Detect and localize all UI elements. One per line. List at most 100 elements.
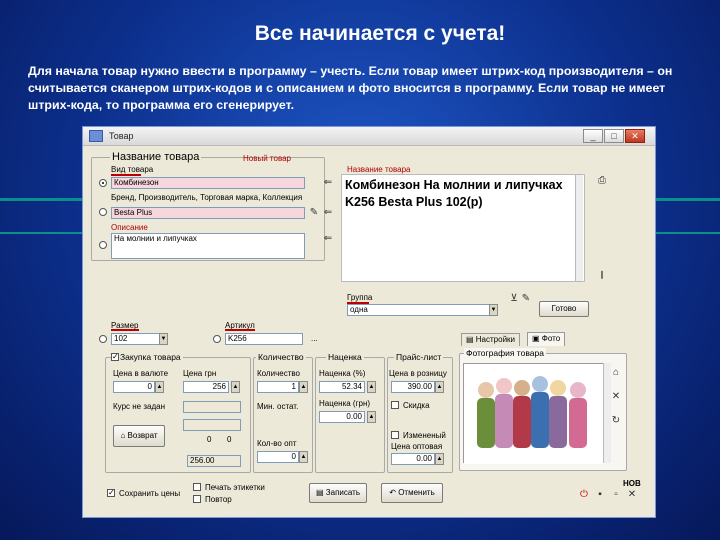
name-group-legend: Название товара [110, 151, 202, 163]
purchase-checkbox[interactable]: ✓ [111, 353, 119, 361]
desc-radio[interactable] [99, 241, 107, 249]
desc-input[interactable]: На молнии и липучках [111, 233, 305, 259]
qty-input[interactable]: 1 [257, 381, 299, 393]
full-name-scrollbar[interactable] [575, 175, 583, 281]
markup-pct-spin[interactable]: ▲ [367, 381, 376, 393]
retail-price-spin[interactable]: ▲ [435, 381, 444, 393]
edit-group-icon[interactable]: ✎ [519, 293, 533, 305]
save-button-label: Записать [325, 488, 360, 497]
article-more-button[interactable]: ... [311, 334, 318, 343]
markup-legend: Наценка [326, 352, 364, 362]
photo-legend: Фотография товара [464, 348, 546, 358]
product-window: Товар _ □ ✕ Название товара Новый товар … [82, 126, 656, 518]
changed-checkbox[interactable] [391, 431, 399, 439]
tab-photo[interactable]: ▣ Фото [527, 332, 566, 346]
repeat-checkbox[interactable] [193, 495, 201, 503]
new-record-label: НОВ [623, 479, 641, 488]
markup-abs-spin[interactable]: ▲ [367, 411, 376, 423]
min-stock-label: Мин. остат. [257, 402, 299, 411]
window-titlebar[interactable]: Товар _ □ ✕ [83, 127, 655, 146]
recalc-button[interactable]: ⌂ Возврат [113, 425, 165, 447]
wholesale-spin[interactable]: ▲ [435, 453, 444, 465]
cancel-icon: ↶ [389, 488, 399, 497]
excel-icon[interactable]: ✕ [625, 489, 639, 501]
tab-photo-label: Фото [541, 334, 561, 343]
brand-input[interactable]: Besta Plus [111, 207, 305, 219]
group-label: Группа [347, 293, 373, 302]
delete-photo-icon[interactable]: ✕ [609, 391, 623, 403]
group-select[interactable]: одна [347, 304, 497, 316]
price-rub-spin[interactable]: ▲ [231, 381, 240, 393]
price-rub-input[interactable]: 256 [183, 381, 229, 393]
rotate-photo-icon[interactable]: ↻ [609, 415, 623, 427]
green-line-right [656, 198, 720, 201]
article-radio[interactable] [213, 335, 221, 343]
price-currency-label: Цена в валюте [113, 369, 169, 378]
size-radio[interactable] [99, 335, 107, 343]
group-dropdown-icon[interactable]: ▼ [489, 304, 498, 316]
article-required-bar [225, 329, 255, 331]
wholesale-input[interactable]: 0.00 [391, 453, 435, 465]
discount-checkbox[interactable] [391, 401, 399, 409]
markup-abs-label: Наценка (грн) [319, 399, 371, 408]
power-icon[interactable]: ⏻ [577, 489, 591, 501]
print-label-checkbox[interactable] [193, 483, 201, 491]
markup-pct-input[interactable]: 52.34 [319, 381, 365, 393]
full-name-text: Комбинезон На молнии и липучках K256 Bes… [345, 178, 563, 209]
maximize-button[interactable]: □ [604, 129, 624, 143]
product-photo[interactable] [463, 363, 604, 464]
price-currency-input[interactable]: 0 [113, 381, 155, 393]
doc-icon[interactable]: ▫ [609, 489, 623, 501]
photo-tab-icon: ▣ [532, 334, 542, 343]
size-dropdown-icon[interactable]: ▼ [159, 333, 168, 345]
pause-icon[interactable]: ∥ [595, 269, 609, 281]
pack-input[interactable]: 0 [257, 451, 299, 463]
save-prices-label: Сохранить цены [119, 489, 181, 498]
slide-title: Все начинается с учета! [254, 22, 506, 45]
discount-label: Скидка [403, 401, 430, 410]
save-button[interactable]: ▤ Записать [309, 483, 367, 503]
open-folder-icon[interactable]: ⌂ [609, 367, 623, 379]
price-currency-spin[interactable]: ▲ [155, 381, 164, 393]
article-input[interactable]: K256 [225, 333, 303, 345]
extra-field[interactable] [183, 419, 241, 431]
type-radio[interactable] [99, 179, 107, 187]
ready-button[interactable]: Готово [539, 301, 589, 317]
type-label: Вид товара [111, 165, 154, 174]
desc-label: Описание [111, 223, 148, 232]
disk-icon[interactable]: ▪ [593, 489, 607, 501]
tab-settings[interactable]: ▤ Настройки [461, 333, 521, 346]
brand-edit-icon[interactable]: ✎ [307, 207, 321, 219]
type-input[interactable]: Комбинезон [111, 177, 305, 189]
print-label-label: Печать этикетки [205, 483, 265, 492]
cancel-button[interactable]: ↶ Отменить [381, 483, 443, 503]
purchase-legend: Закупка товара [118, 352, 183, 362]
desc-arrow-icon[interactable]: ⇐ [321, 233, 335, 245]
total-field: 256.00 [187, 455, 241, 467]
qty-spin[interactable]: ▲ [299, 381, 308, 393]
type-arrow-icon[interactable]: ⇐ [321, 177, 335, 189]
purchase-value-a: 0 [207, 435, 212, 444]
brand-label: Бренд, Производитель, Торговая марка, Ко… [111, 193, 303, 202]
pack-spin[interactable]: ▲ [299, 451, 308, 463]
brand-radio[interactable] [99, 208, 107, 216]
quantity-legend: Количество [256, 352, 306, 362]
retail-price-label: Цена в розницу [389, 369, 447, 378]
minimize-button[interactable]: _ [583, 129, 603, 143]
green-line-right-2 [656, 232, 720, 234]
qty-label: Количество [257, 369, 300, 378]
window-title: Товар [109, 131, 134, 141]
printer-icon[interactable]: ⎙ [595, 175, 609, 187]
retail-price-input[interactable]: 390.00 [391, 381, 435, 393]
brand-arrow-icon[interactable]: ⇐ [321, 207, 335, 219]
save-icon: ▤ [316, 488, 326, 497]
full-name-label: Название товара [347, 165, 411, 174]
close-button[interactable]: ✕ [625, 129, 645, 143]
markup-pct-label: Наценка (%) [319, 369, 366, 378]
rate-field[interactable] [183, 401, 241, 413]
slide-text: Для начала товар нужно ввести в программ… [28, 64, 673, 112]
markup-abs-input[interactable]: 0.00 [319, 411, 365, 423]
rate-label: Курс не задан [113, 402, 165, 411]
window-app-icon [89, 130, 103, 142]
save-prices-checkbox[interactable]: ✓ [107, 489, 115, 497]
